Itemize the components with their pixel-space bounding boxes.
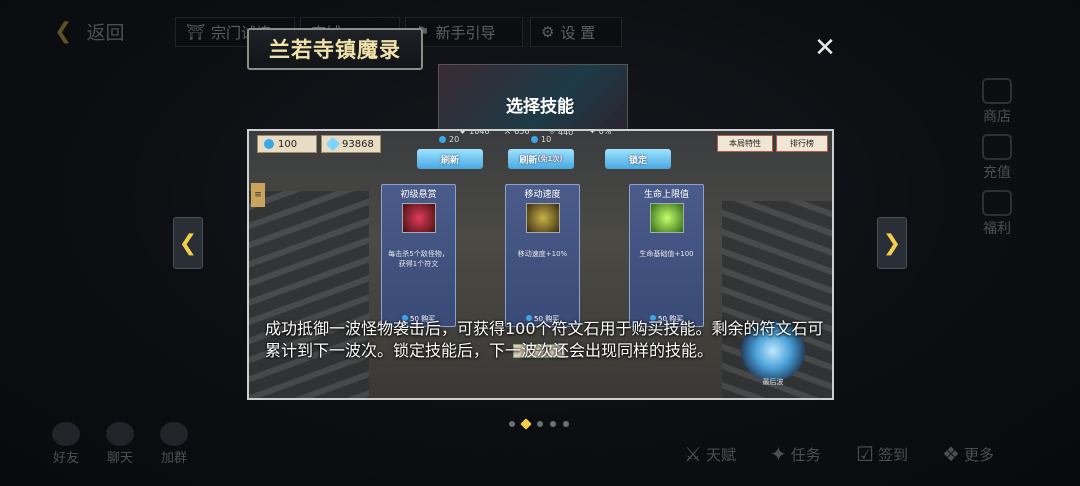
leaderboard-label: 排行榜 (790, 139, 814, 148)
refresh-free-button: 刷新 (免1次) (508, 149, 574, 169)
feature-label: 本局特性 (729, 139, 761, 148)
skill-card: 生命上限值 生命基础值+100 50 购买 (629, 184, 704, 327)
stairs-left-art (249, 191, 369, 398)
page-dot-active[interactable] (520, 418, 532, 430)
modal-subtitle: 选择技能 (506, 97, 574, 117)
rune-stone-counter: 100 (257, 135, 317, 153)
page-dot[interactable] (509, 421, 515, 427)
shield-icon: ⛨ (549, 129, 555, 136)
lock-button: 锁定 (605, 149, 671, 169)
pagination-dots (509, 418, 569, 430)
skill-desc: 每击杀5个敌怪物，获得1个符文 (388, 250, 449, 268)
prev-page-button[interactable]: ❮ (173, 217, 203, 269)
orb-icon (439, 136, 446, 143)
stat-3: ⚔ 656 (504, 129, 530, 136)
stat-2-value: 1040 (469, 129, 490, 136)
stat-5: ⛨ 440 (549, 129, 574, 137)
stat-5-value: 440 (558, 129, 574, 137)
page-dot[interactable] (550, 421, 556, 427)
rune-icon (264, 139, 274, 149)
leaderboard-button: 排行榜 (776, 135, 828, 152)
skill-name: 生命上限值 (643, 190, 689, 200)
heart-icon: ♥ (459, 129, 467, 136)
crit-icon: ✦ (589, 129, 596, 136)
skill-art (649, 203, 684, 233)
lock-label: 锁定 (628, 155, 647, 166)
refresh-free-note: (免1次) (537, 155, 563, 163)
stat-6: ✦ 0% (589, 129, 612, 136)
chevron-right-icon: ❯ (882, 230, 902, 256)
skill-art (401, 203, 436, 233)
rune-value: 100 (278, 138, 298, 150)
next-page-button[interactable]: ❯ (877, 217, 907, 269)
skill-name: 移动速度 (524, 190, 561, 200)
tutorial-description: 成功抵御一波怪物袭击后，可获得100个符文石用于购买技能。剩余的符文石可累计到下… (265, 319, 824, 360)
side-tab: ≡ (251, 183, 265, 207)
feature-button: 本局特性 (717, 135, 773, 152)
refresh-label: 刷新 (440, 155, 459, 166)
stat-1: 20 (439, 135, 459, 144)
stat-1-value: 20 (449, 135, 460, 144)
portal-label: 最后波 (762, 378, 784, 386)
chevron-left-icon: ❮ (178, 230, 198, 256)
stat-6-value: 0% (598, 129, 612, 136)
skill-desc: 生命基础值+100 (639, 250, 694, 258)
stat-3-value: 656 (514, 129, 530, 136)
skill-name: 初级悬赏 (400, 190, 437, 200)
gem-icon (531, 136, 538, 143)
skill-card: 初级悬赏 每击杀5个敌怪物，获得1个符文 50 购买 (381, 184, 456, 327)
diamond-value: 93868 (342, 138, 374, 150)
skill-desc: 移动速度+10% (517, 250, 568, 258)
page-dot[interactable] (537, 421, 543, 427)
close-icon[interactable]: ✕ (812, 35, 838, 61)
diamond-counter: 93868 (321, 135, 381, 153)
stat-2: ♥ 1040 (459, 129, 490, 136)
refresh-button: 刷新 (417, 149, 483, 169)
diamond-icon (325, 136, 341, 152)
page-dot[interactable] (563, 421, 569, 427)
skill-art (525, 203, 560, 233)
tutorial-screenshot: 100 93868 20 ♥ 1040 ⚔ 656 10 ⛨ 440 ✦ 0% 本局特性… (247, 129, 834, 400)
refresh-free-label: 刷新 (519, 155, 538, 166)
sword-icon: ⚔ (504, 129, 512, 136)
modal-title: 兰若寺镇魔录 (247, 28, 423, 70)
skill-card: 移动速度 移动速度+10% 50 购买 (505, 184, 580, 327)
